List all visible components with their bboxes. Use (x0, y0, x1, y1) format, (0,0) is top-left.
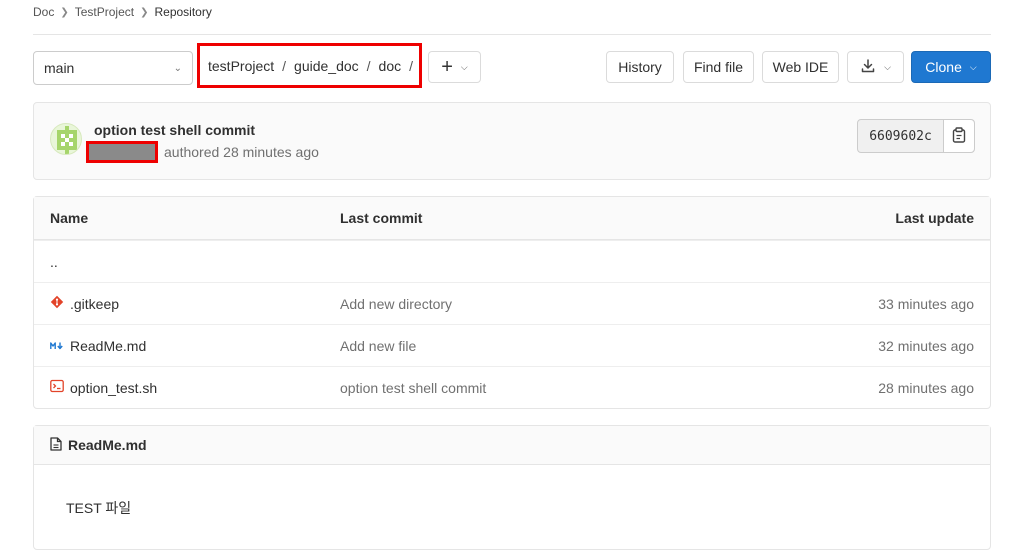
repository-toolbar: main ⌄ testProject / guide_doc / doc / +… (33, 43, 991, 88)
plus-icon: + (441, 56, 453, 78)
file-name-cell: .gitkeep (50, 295, 119, 312)
clipboard-icon (952, 126, 966, 146)
column-header-last-commit: Last commit (340, 210, 423, 226)
file-name-cell: ReadMe.md (50, 338, 146, 354)
table-row: option_test.sh option test shell commit … (34, 366, 990, 408)
file-name-link[interactable]: ReadMe.md (70, 338, 146, 354)
chevron-down-icon: ⌄ (173, 62, 182, 74)
authored-time: authored 28 minutes ago (164, 144, 319, 160)
table-header: Name Last commit Last update (34, 197, 990, 240)
divider (33, 34, 991, 35)
last-commit-card: option test shell commit authored 28 min… (33, 102, 991, 180)
commit-author-line: authored 28 minutes ago (86, 141, 319, 163)
readme-filename[interactable]: ReadMe.md (68, 437, 147, 453)
path-segment-doc[interactable]: doc (379, 58, 402, 74)
download-icon (860, 58, 876, 77)
path-separator: / (282, 57, 287, 74)
find-file-button[interactable]: Find file (683, 51, 754, 83)
add-to-tree-dropdown[interactable]: + ⌵ (428, 51, 481, 83)
path-segment-project[interactable]: testProject (208, 58, 274, 74)
table-row: ReadMe.md Add new file 32 minutes ago (34, 324, 990, 366)
markdown-icon (50, 338, 64, 354)
redacted-author-name (86, 141, 158, 163)
breadcrumb-testproject[interactable]: TestProject (75, 5, 134, 19)
chevron-down-icon: ⌵ (884, 61, 891, 72)
chevron-right-icon: ❯ (140, 6, 149, 18)
branch-label: main (44, 60, 75, 76)
path-segment-guide-doc[interactable]: guide_doc (294, 58, 359, 74)
file-name-cell: option_test.sh (50, 379, 157, 396)
file-name-link[interactable]: .gitkeep (70, 296, 119, 312)
chevron-down-icon: ⌵ (969, 61, 977, 72)
path-separator: / (366, 57, 371, 74)
readme-content: TEST 파일 (66, 500, 132, 516)
file-last-update: 28 minutes ago (878, 379, 974, 396)
avatar[interactable] (50, 123, 82, 155)
file-last-update: 32 minutes ago (878, 337, 974, 354)
file-last-update: 33 minutes ago (878, 295, 974, 312)
clone-label: Clone (925, 59, 962, 75)
clone-dropdown[interactable]: Clone ⌵ (911, 51, 991, 83)
parent-directory-link[interactable]: .. (50, 254, 58, 270)
column-header-last-update: Last update (895, 210, 974, 226)
file-name-link[interactable]: option_test.sh (70, 380, 157, 396)
path-separator: / (409, 57, 414, 74)
column-header-name: Name (50, 210, 89, 226)
file-last-commit-link[interactable]: Add new file (340, 338, 416, 354)
git-icon (50, 295, 64, 312)
table-row: .gitkeep Add new directory 33 minutes ag… (34, 282, 990, 324)
file-last-commit-link[interactable]: option test shell commit (340, 380, 486, 396)
download-dropdown[interactable]: ⌵ (847, 51, 904, 83)
breadcrumb: Doc ❯ TestProject ❯ Repository (33, 4, 212, 20)
file-last-commit-link[interactable]: Add new directory (340, 296, 452, 312)
file-path-breadcrumb: testProject / guide_doc / doc / (197, 43, 422, 88)
commit-sha[interactable]: 6609602c (858, 120, 944, 152)
file-table: Name Last commit Last update .. .gitkeep… (33, 196, 991, 409)
file-icon (50, 436, 62, 454)
copy-sha-button[interactable] (944, 120, 974, 152)
commit-sha-group: 6609602c (857, 119, 975, 153)
web-ide-button[interactable]: Web IDE (762, 51, 839, 83)
chevron-down-icon: ⌵ (460, 61, 468, 72)
breadcrumb-repository[interactable]: Repository (154, 5, 211, 19)
branch-selector[interactable]: main ⌄ (33, 51, 193, 85)
parent-directory-row[interactable]: .. (34, 240, 990, 282)
breadcrumb-doc[interactable]: Doc (33, 5, 54, 19)
commit-title[interactable]: option test shell commit (94, 122, 255, 138)
readme-header: ReadMe.md (34, 426, 990, 465)
chevron-right-icon: ❯ (60, 6, 69, 18)
history-button[interactable]: History (606, 51, 674, 83)
readme-panel: ReadMe.md TEST 파일 (33, 425, 991, 550)
terminal-file-icon (50, 379, 64, 396)
